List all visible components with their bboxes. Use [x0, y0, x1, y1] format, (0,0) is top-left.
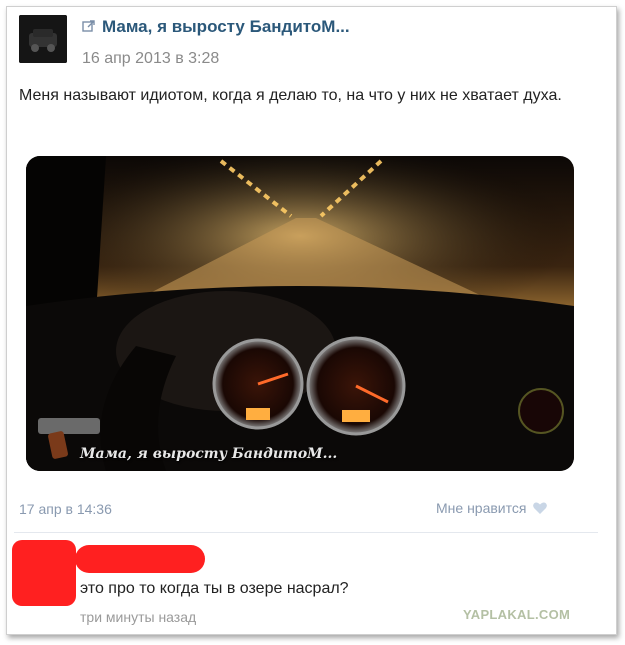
post-date[interactable]: 16 апр 2013 в 3:28 [82, 50, 219, 68]
watermark: YAPLAKAL.COM [463, 607, 571, 622]
repost-arrow-icon [82, 20, 95, 32]
redacted-avatar [12, 540, 76, 606]
comment-text: это про то когда ты в озере насрал? [80, 580, 349, 597]
image-caption: Мама, я выросту БандитоМ... [80, 446, 338, 462]
group-avatar[interactable] [19, 15, 67, 63]
post-text: Меня называют идиотом, когда я делаю то,… [19, 87, 562, 104]
share-date[interactable]: 17 апр в 14:36 [19, 501, 112, 517]
post-title-link[interactable]: Мама, я выросту БандитоМ... [102, 17, 350, 37]
comment-time[interactable]: три минуты назад [80, 609, 196, 625]
like-label: Мне нравится [436, 500, 527, 516]
post-image[interactable] [26, 156, 574, 471]
like-button[interactable]: Мне нравится [436, 500, 548, 516]
heart-icon [533, 502, 548, 514]
comment-divider [14, 532, 598, 533]
redacted-name [75, 545, 205, 573]
